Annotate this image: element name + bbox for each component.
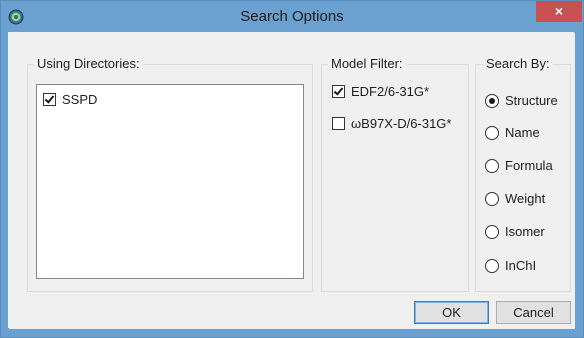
- model-filter-group-title: Model Filter:: [328, 56, 406, 71]
- radio-label-weight: Weight: [505, 191, 546, 206]
- model-filter-item-edf2[interactable]: EDF2/6-31G*: [332, 84, 429, 99]
- radio-label-isomer: Isomer: [505, 224, 545, 239]
- radio-weight[interactable]: [485, 191, 499, 206]
- search-by-option-formula[interactable]: Formula: [485, 158, 553, 173]
- directory-checkbox-sspd[interactable]: [43, 93, 56, 106]
- model-filter-item-wb97xd[interactable]: ωB97X-D/6-31G*: [332, 116, 451, 131]
- model-filter-checkbox-edf2[interactable]: [332, 85, 345, 98]
- cancel-button[interactable]: Cancel: [496, 301, 571, 324]
- directories-group-title: Using Directories:: [34, 56, 143, 71]
- model-filter-label-wb97xd: ωB97X-D/6-31G*: [351, 116, 452, 131]
- search-by-option-isomer[interactable]: Isomer: [485, 224, 545, 239]
- search-by-option-structure[interactable]: Structure: [485, 93, 558, 108]
- radio-label-structure: Structure: [505, 93, 558, 108]
- search-by-option-name[interactable]: Name: [485, 125, 540, 140]
- directory-item-sspd[interactable]: SSPD: [43, 92, 97, 107]
- title-bar[interactable]: Search Options ×: [1, 1, 583, 33]
- model-filter-label-edf2: EDF2/6-31G*: [351, 84, 430, 99]
- ok-button[interactable]: OK: [414, 301, 489, 324]
- radio-inchi[interactable]: [485, 258, 499, 273]
- check-icon: [333, 85, 344, 96]
- radio-isomer[interactable]: [485, 224, 499, 239]
- radio-name[interactable]: [485, 125, 499, 140]
- window-border-bottom: [1, 329, 583, 337]
- radio-label-formula: Formula: [505, 158, 553, 173]
- radio-formula[interactable]: [485, 158, 499, 173]
- radio-label-name: Name: [505, 125, 540, 140]
- search-by-option-weight[interactable]: Weight: [485, 191, 545, 206]
- directories-list[interactable]: SSPD: [36, 84, 304, 279]
- window-border-right: [575, 33, 583, 337]
- radio-label-inchi: InChI: [505, 258, 537, 273]
- close-icon: ×: [554, 3, 564, 19]
- directory-label-sspd: SSPD: [62, 92, 98, 107]
- radio-structure[interactable]: [485, 93, 499, 108]
- model-filter-checkbox-wb97xd[interactable]: [332, 117, 345, 130]
- window-title: Search Options: [240, 8, 344, 25]
- close-button[interactable]: ×: [536, 1, 582, 22]
- check-icon: [44, 93, 55, 104]
- search-by-option-inchi[interactable]: InChI: [485, 258, 536, 273]
- radio-selected-dot: [489, 97, 495, 104]
- search-by-group-title: Search By:: [483, 56, 553, 71]
